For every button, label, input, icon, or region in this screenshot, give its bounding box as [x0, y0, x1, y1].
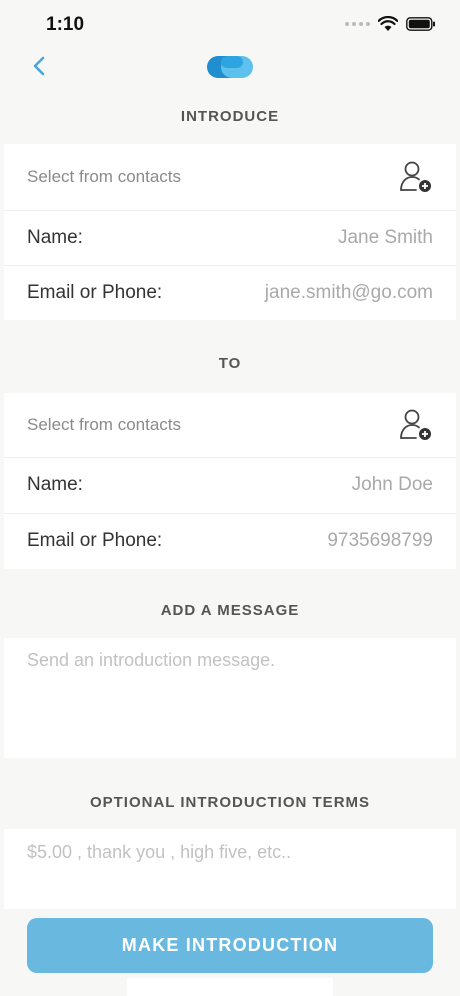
to-card: Select from contacts Name: John Doe Emai…	[4, 393, 456, 569]
status-indicators	[345, 16, 436, 32]
introduce-select-contacts-row[interactable]: Select from contacts	[4, 144, 456, 211]
name-label: Name:	[27, 474, 83, 495]
to-contact-row[interactable]: Email or Phone: 9735698799	[4, 513, 456, 569]
terms-input[interactable]: $5.00 , thank you , high five, etc..	[4, 829, 456, 909]
terms-placeholder: $5.00 , thank you , high five, etc..	[27, 842, 292, 862]
footer-strip	[127, 978, 333, 996]
to-name-value[interactable]: John Doe	[352, 474, 433, 496]
status-time: 1:10	[46, 14, 85, 35]
introduce-name-row[interactable]: Name: Jane Smith	[4, 210, 456, 266]
app-logo-icon	[207, 56, 253, 78]
email-phone-label: Email or Phone:	[27, 281, 163, 303]
chevron-left-icon[interactable]	[28, 50, 52, 82]
name-label: Name:	[27, 226, 83, 248]
message-textarea[interactable]: Send an introduction message.	[4, 638, 456, 758]
introduce-card: Select from contacts Name: Jane Smith Em…	[4, 144, 456, 320]
to-name-row[interactable]: Name: John Doe	[4, 457, 456, 514]
terms-section-title: OPTIONAL INTRODUCTION TERMS	[89, 794, 371, 811]
cellular-signal-icon	[345, 22, 370, 26]
to-contact-value[interactable]: 9735698799	[327, 530, 433, 552]
make-introduction-button[interactable]: MAKE INTRODUCTION	[27, 918, 433, 973]
to-section-title: TO	[218, 355, 242, 372]
nav-bar	[0, 44, 460, 88]
status-bar: 1:10	[0, 0, 460, 48]
message-placeholder: Send an introduction message.	[27, 650, 276, 670]
battery-icon	[406, 17, 435, 31]
select-contacts-label: Select from contacts	[27, 167, 182, 186]
email-phone-label: Email or Phone:	[27, 530, 163, 551]
to-select-contacts-row[interactable]: Select from contacts	[4, 393, 456, 458]
introduce-contact-value[interactable]: jane.smith@go.com	[265, 282, 433, 304]
wifi-icon	[378, 16, 398, 31]
introduce-contact-row[interactable]: Email or Phone: jane.smith@go.com	[4, 265, 456, 320]
message-section-title: ADD A MESSAGE	[160, 602, 300, 619]
introduce-section-title: INTRODUCE	[180, 108, 280, 125]
introduce-name-value[interactable]: Jane Smith	[338, 227, 433, 249]
add-contact-icon[interactable]	[398, 159, 434, 195]
select-contacts-label: Select from contacts	[27, 415, 182, 434]
add-contact-icon[interactable]	[398, 407, 434, 443]
